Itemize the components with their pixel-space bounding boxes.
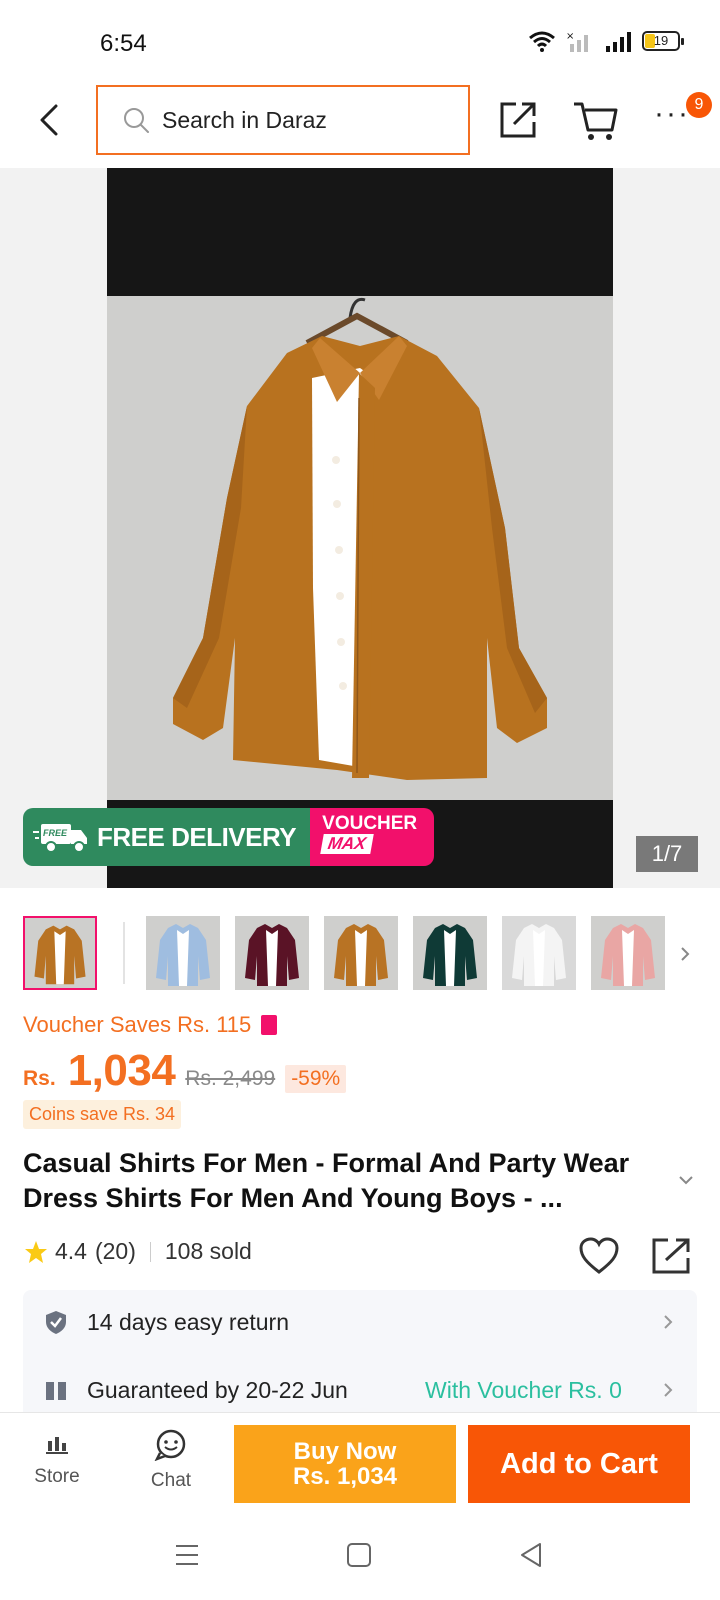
top-header: ··· [0, 82, 720, 168]
thumbnail-shirt-image [591, 916, 665, 990]
chat-label: Chat [150, 1470, 192, 1491]
thumbnail-5[interactable] [413, 916, 487, 990]
thumbnail-strip [0, 916, 720, 996]
chevron-right-icon [664, 1383, 673, 1397]
price-currency: Rs. [23, 1067, 56, 1090]
chat-icon [154, 1429, 186, 1462]
thumbnail-shirt-image [146, 916, 220, 990]
system-navigation-bar [0, 1506, 720, 1600]
store-label: Store [34, 1466, 80, 1487]
star-icon [25, 1240, 47, 1263]
thumbnail-6[interactable] [502, 916, 576, 990]
thumbnail-3[interactable] [235, 916, 309, 990]
status-bar: 6:54 × 19 [0, 0, 720, 80]
guarantee-text: Guaranteed by 20-22 Jun [87, 1376, 348, 1403]
thumbnail-shirt-image [25, 918, 95, 988]
thumbnail-2[interactable] [146, 916, 220, 990]
product-title: Casual Shirts For Men - Formal And Party… [23, 1148, 630, 1213]
thumbnail-1[interactable] [23, 916, 97, 990]
rating-divider [149, 1241, 151, 1262]
store-button[interactable]: Store [24, 1431, 90, 1488]
rating-row[interactable]: 4.4 (20) 108 sold [23, 1238, 252, 1265]
voucher-saves-text: Voucher Saves Rs. 115 [23, 1012, 252, 1037]
status-time: 6:54 [100, 30, 147, 57]
rating-value: 4.4 [55, 1238, 87, 1264]
package-icon [46, 1382, 66, 1400]
returns-row[interactable]: 14 days easy return [23, 1292, 697, 1352]
thumbnail-shirt-image [324, 916, 398, 990]
image-page-counter: 1/7 [636, 836, 698, 872]
battery-icon: 19 [642, 31, 684, 51]
chevron-right-icon[interactable] [674, 936, 698, 972]
thumbnail-7[interactable] [591, 916, 665, 990]
returns-text: 14 days easy return [87, 1308, 290, 1335]
promo-banner: FREE FREE DELIVERY VOUCHER MAX [23, 808, 435, 866]
share-icon[interactable] [496, 98, 540, 142]
delivery-truck-icon: FREE [33, 824, 87, 853]
svg-text:×: × [566, 31, 574, 42]
add-to-cart-button[interactable]: Add to Cart [468, 1425, 690, 1503]
signal-icon [606, 32, 631, 52]
free-delivery-text: FREE DELIVERY [97, 821, 297, 852]
cart-icon[interactable] [572, 98, 620, 142]
buy-now-price: Rs. 1,034 [292, 1463, 398, 1490]
voucher-delivery-text: With Voucher Rs. 0 [425, 1376, 622, 1403]
thumbnail-shirt-image [413, 916, 487, 990]
sold-count: 108 sold [164, 1238, 252, 1264]
thumbnail-shirt-image [502, 916, 576, 990]
coins-save-badge: Coins save Rs. 34 [23, 1100, 182, 1129]
original-price: Rs. 2,499 [185, 1067, 276, 1090]
voucher-saves[interactable]: Voucher Saves Rs. 115 [23, 1012, 278, 1038]
chevron-right-icon [664, 1315, 673, 1329]
voucher-max-badge: VOUCHER MAX [310, 808, 435, 866]
services-panel: 14 days easy return Guaranteed by 20-22 … [23, 1290, 697, 1420]
shield-check-icon [46, 1311, 66, 1334]
discount-badge: -59% [285, 1065, 347, 1093]
menu-icon[interactable] [172, 1540, 202, 1570]
search-bar[interactable] [96, 85, 470, 155]
chat-button[interactable]: Chat [138, 1429, 204, 1492]
share-icon[interactable] [650, 1236, 692, 1276]
voucher-icon [261, 1015, 278, 1035]
voucher-text: VOUCHER [322, 813, 418, 834]
battery-level: 19 [653, 33, 669, 48]
bottom-action-bar: Store Chat Buy Now Rs. 1,034 Add to Cart [0, 1412, 720, 1506]
buy-now-button[interactable]: Buy Now Rs. 1,034 [234, 1425, 456, 1503]
product-gallery[interactable]: FREE FREE DELIVERY VOUCHER MAX 1/7 [0, 168, 720, 888]
thumbnail-4[interactable] [324, 916, 398, 990]
notification-badge: 9 [686, 92, 712, 118]
signal-off-icon: × [566, 31, 588, 52]
home-icon[interactable] [344, 1540, 374, 1570]
store-icon [46, 1437, 68, 1454]
search-icon [124, 108, 149, 133]
back-arrow-icon[interactable] [30, 100, 70, 140]
delivery-guarantee-row[interactable]: Guaranteed by 20-22 Jun With Voucher Rs.… [23, 1360, 697, 1420]
product-photo[interactable] [107, 168, 613, 888]
thumbnail-shirt-image [235, 916, 309, 990]
free-delivery-badge: FREE FREE DELIVERY [23, 808, 311, 866]
review-count: (20) [94, 1238, 136, 1264]
current-price: 1,034 [67, 1046, 176, 1095]
back-triangle-icon[interactable] [516, 1540, 546, 1570]
free-tag: FREE [43, 828, 68, 838]
price-row: Rs. 1,034 Rs. 2,499 -59% [23, 1046, 347, 1096]
wifi-icon [529, 31, 555, 52]
thumbnail-divider [123, 922, 125, 984]
buy-now-label: Buy Now [293, 1438, 397, 1465]
search-input[interactable] [162, 106, 442, 134]
heart-icon[interactable] [578, 1236, 620, 1276]
max-text: MAX [320, 834, 374, 854]
chevron-down-icon[interactable] [676, 1172, 696, 1188]
status-icons: × 19 [528, 30, 684, 52]
shirt-image [173, 297, 547, 780]
